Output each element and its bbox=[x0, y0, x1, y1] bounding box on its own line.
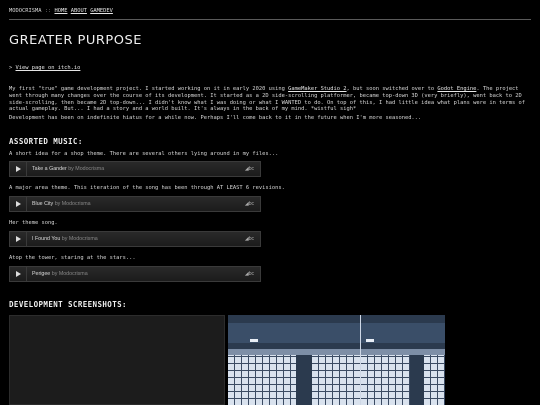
hiatus-paragraph: Development has been on indefinite hiatu… bbox=[9, 115, 422, 121]
dev-screenshot-2[interactable] bbox=[228, 315, 445, 405]
track-name: Blue City bbox=[32, 201, 54, 207]
bandcamp-logo[interactable]: ◢bc bbox=[245, 166, 254, 172]
track-title: Take a Gander by Modocrisma bbox=[32, 166, 104, 173]
screenshot-background-band bbox=[228, 323, 445, 343]
audio-player[interactable]: Perigee by Modocrisma ◢bc bbox=[9, 266, 261, 282]
screenshots-heading: DEVELOPMENT SCREENSHOTS: bbox=[9, 300, 127, 309]
track-title: Perigee by Modocrisma bbox=[32, 271, 88, 278]
play-icon[interactable] bbox=[10, 267, 27, 281]
track-description: A major area theme. This iteration of th… bbox=[9, 185, 285, 191]
track-name: Take a Gander bbox=[32, 166, 67, 172]
nav-link-about[interactable]: ABOUT bbox=[71, 8, 87, 14]
audio-player[interactable]: Take a Gander by Modocrisma ◢bc bbox=[9, 161, 261, 177]
track-description: Atop the tower, staring at the stars... bbox=[9, 255, 136, 261]
bandcamp-label: bc bbox=[248, 271, 254, 277]
track-description: Her theme song. bbox=[9, 220, 58, 226]
dev-screenshot-1[interactable] bbox=[9, 315, 225, 405]
track-artist: by Modocrisma bbox=[61, 236, 98, 242]
track-name: Perigee bbox=[32, 271, 51, 277]
track-title: I Found You by Modocrisma bbox=[32, 236, 98, 243]
page-title: GREATER PURPOSE bbox=[9, 33, 142, 48]
music-heading: ASSORTED MUSIC: bbox=[9, 137, 83, 146]
track-title: Blue City by Modocrisma bbox=[32, 201, 91, 208]
godot-link[interactable]: Godot Engine bbox=[437, 86, 476, 92]
bandcamp-logo[interactable]: ◢bc bbox=[245, 201, 254, 207]
intro-text-2: , but soon switched over to bbox=[346, 86, 438, 92]
play-icon[interactable] bbox=[10, 232, 27, 246]
track-artist: by Modocrisma bbox=[51, 271, 88, 277]
bandcamp-logo[interactable]: ◢bc bbox=[245, 236, 254, 242]
bandcamp-label: bc bbox=[248, 236, 254, 242]
track-description: A short idea for a shop theme. There are… bbox=[9, 151, 279, 157]
gamemaker-link[interactable]: GameMaker Studio 2 bbox=[288, 86, 346, 92]
intro-paragraph: My first "true" game development project… bbox=[9, 86, 531, 113]
itch-link[interactable]: View page on itch.io bbox=[16, 65, 81, 71]
play-icon[interactable] bbox=[10, 162, 27, 176]
itch-line: > View page on itch.io bbox=[9, 65, 80, 72]
header-divider bbox=[9, 19, 531, 20]
site-name: MODOCRISMA bbox=[9, 8, 42, 14]
screenshot-gap bbox=[296, 355, 312, 405]
bandcamp-label: bc bbox=[248, 166, 254, 172]
audio-player[interactable]: I Found You by Modocrisma ◢bc bbox=[9, 231, 261, 247]
track-artist: by Modocrisma bbox=[54, 201, 91, 207]
track-name: I Found You bbox=[32, 236, 61, 242]
bandcamp-label: bc bbox=[248, 201, 254, 207]
track-artist: by Modocrisma bbox=[68, 166, 105, 172]
nav-link-gamedev[interactable]: GAMEDEV bbox=[90, 8, 113, 14]
audio-player[interactable]: Blue City by Modocrisma ◢bc bbox=[9, 196, 261, 212]
screenshot-platform bbox=[250, 339, 258, 342]
screenshot-gap bbox=[410, 355, 424, 405]
screenshot-platform bbox=[366, 339, 374, 342]
play-icon[interactable] bbox=[10, 197, 27, 211]
bandcamp-logo[interactable]: ◢bc bbox=[245, 271, 254, 277]
screenshot-guide-line bbox=[360, 315, 361, 405]
nav-link-home[interactable]: HOME bbox=[54, 8, 67, 14]
intro-text-1: My first "true" game development project… bbox=[9, 86, 289, 92]
top-nav: MODOCRISMA :: HOME ABOUT GAMEDEV bbox=[9, 8, 113, 15]
nav-separator: :: bbox=[44, 8, 52, 14]
itch-prefix: > bbox=[9, 65, 13, 71]
